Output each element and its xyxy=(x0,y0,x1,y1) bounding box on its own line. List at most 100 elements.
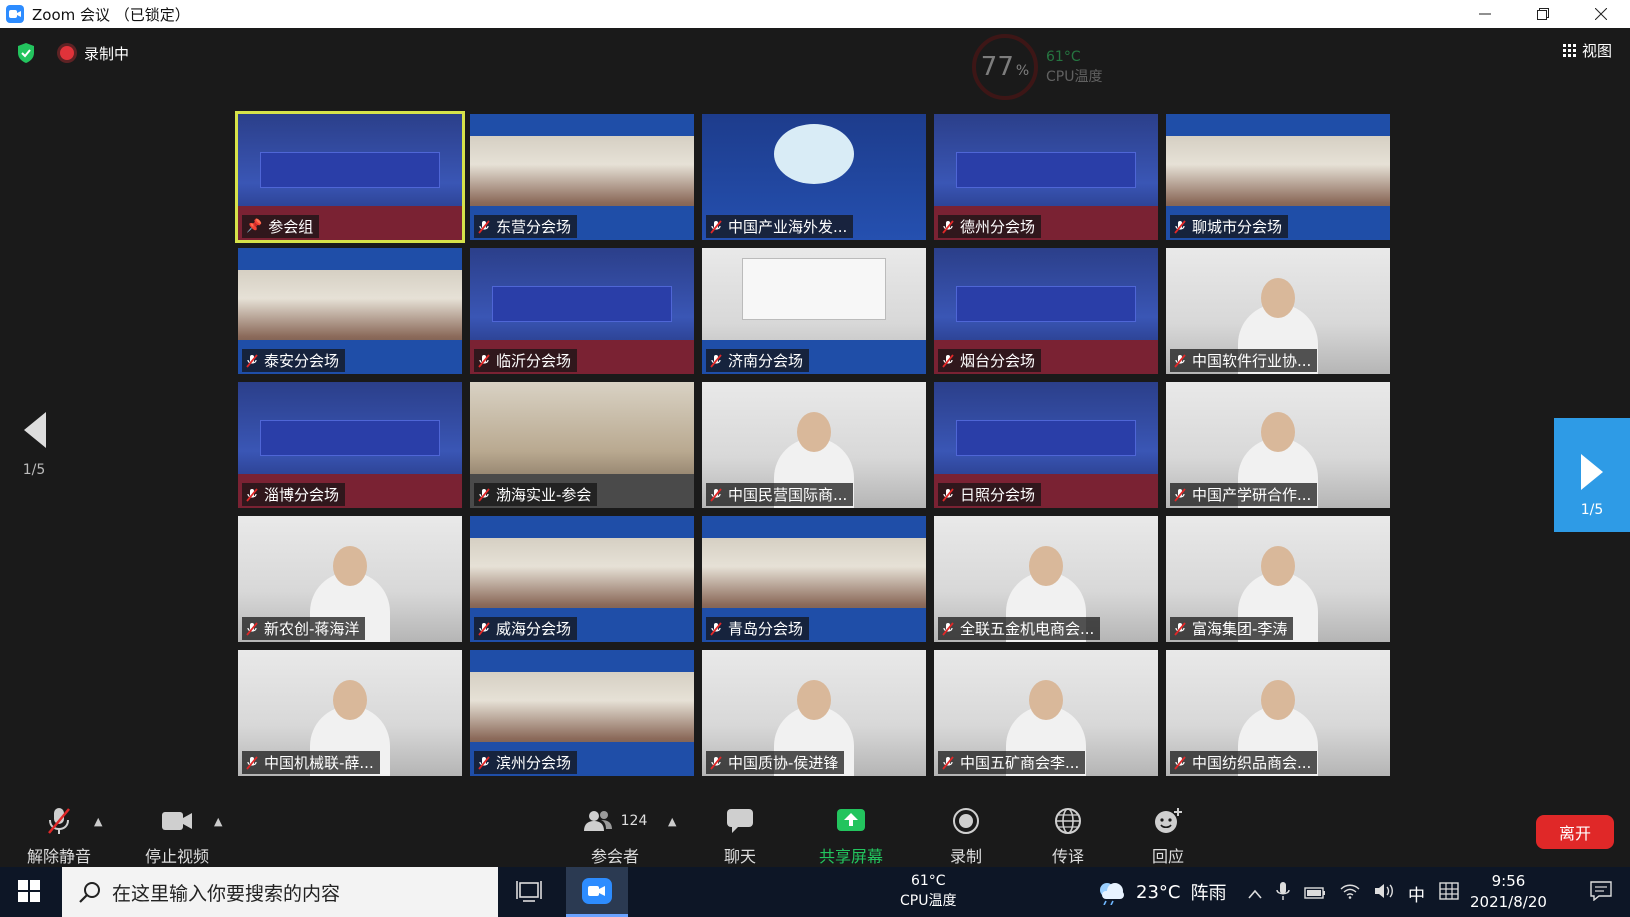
participant-video-tile[interactable]: 临沂分会场 xyxy=(470,248,694,374)
participant-name-label: 📌 参会组 xyxy=(242,215,320,238)
participant-video-tile[interactable]: 新农创-蒋海洋 xyxy=(238,516,462,642)
participant-video-tile[interactable]: 滨州分会场 xyxy=(470,650,694,776)
participant-head xyxy=(1261,680,1295,720)
participant-video-tile[interactable]: 威海分会场 xyxy=(470,516,694,642)
participant-name: 东营分会场 xyxy=(496,218,572,236)
participant-head xyxy=(797,680,831,720)
leave-button[interactable]: 离开 xyxy=(1536,815,1614,849)
participant-video-tile[interactable]: 渤海实业-参会 xyxy=(470,382,694,508)
participant-video-tile[interactable]: 中国质协-侯进锋 xyxy=(702,650,926,776)
close-button[interactable] xyxy=(1572,0,1630,28)
input-method-indicator[interactable]: 中 xyxy=(1408,881,1425,906)
windows-start-icon[interactable] xyxy=(18,880,40,902)
zoom-taskbar-icon[interactable] xyxy=(566,867,628,917)
muted-mic-icon xyxy=(246,621,258,636)
muted-mic-icon xyxy=(942,353,954,368)
participant-video-tile[interactable]: 青岛分会场 xyxy=(702,516,926,642)
venue-banner xyxy=(956,286,1136,322)
cpu-percent-unit: % xyxy=(1015,63,1030,79)
participant-head xyxy=(1261,412,1295,452)
participant-video-tile[interactable]: 富海集团-李涛 xyxy=(1166,516,1390,642)
room-backdrop xyxy=(238,248,462,270)
next-page-button[interactable]: 1/5 xyxy=(1554,418,1630,532)
muted-mic-icon xyxy=(710,755,722,770)
participants-options-caret-icon[interactable]: ▲ xyxy=(668,815,676,828)
participant-video-tile[interactable]: 泰安分会场 xyxy=(238,248,462,374)
recording-label[interactable]: 录制中 xyxy=(84,43,129,64)
participant-name: 日照分会场 xyxy=(960,486,1036,504)
unmute-button[interactable]: 解除静音 xyxy=(24,805,94,867)
record-label: 录制 xyxy=(949,847,982,866)
cpu-percent: 77 xyxy=(980,52,1014,82)
wifi-icon[interactable] xyxy=(1340,883,1360,904)
microphone-tray-icon[interactable] xyxy=(1276,881,1290,906)
muted-mic-icon xyxy=(942,621,954,636)
participant-name: 威海分会场 xyxy=(496,620,572,638)
meeting-toolbar: 解除静音 ▲ 停止视频 ▲ 124 参会者 ▲ 聊天 共享屏幕 录制 传译 回应… xyxy=(0,801,1630,867)
system-tray: 中 xyxy=(1248,881,1459,906)
participant-head xyxy=(1029,680,1063,720)
chat-button[interactable]: 聊天 xyxy=(718,805,762,867)
participant-video-tile[interactable]: 中国五矿商会李... xyxy=(934,650,1158,776)
participant-name-label: 滨州分会场 xyxy=(474,751,578,774)
muted-mic-icon xyxy=(710,353,722,368)
participant-video-tile[interactable]: 东营分会场 xyxy=(470,114,694,240)
participant-video-tile[interactable]: 中国民营国际商... xyxy=(702,382,926,508)
participant-name: 中国产学研合作... xyxy=(1192,486,1312,504)
share-screen-button[interactable]: 共享屏幕 xyxy=(818,805,884,867)
venue-banner xyxy=(956,152,1136,188)
room-backdrop xyxy=(470,516,694,538)
previous-page-button[interactable]: 1/5 xyxy=(22,412,46,478)
battery-icon[interactable] xyxy=(1304,884,1326,904)
projection-screen xyxy=(742,258,886,320)
muted-mic-icon xyxy=(246,755,258,770)
record-button[interactable]: 录制 xyxy=(944,805,988,867)
notification-center-icon[interactable] xyxy=(1590,881,1612,905)
stop-video-button[interactable]: 停止视频 xyxy=(140,805,214,867)
participant-name-label: 济南分会场 xyxy=(706,349,810,372)
show-hidden-icons-chevron-icon[interactable] xyxy=(1248,884,1262,904)
participant-name-label: 富海集团-李涛 xyxy=(1170,617,1294,640)
participant-name: 济南分会场 xyxy=(728,352,804,370)
reactions-label: 回应 xyxy=(1151,847,1184,866)
security-shield-icon[interactable] xyxy=(16,42,36,64)
weather-widget[interactable]: 23°C 阵雨 xyxy=(1096,879,1226,905)
participant-video-tile[interactable]: 中国纺织品商会... xyxy=(1166,650,1390,776)
view-button[interactable]: 视图 xyxy=(1562,40,1612,61)
participant-video-tile[interactable]: 中国软件行业协... xyxy=(1166,248,1390,374)
video-options-caret-icon[interactable]: ▲ xyxy=(214,815,222,828)
audio-options-caret-icon[interactable]: ▲ xyxy=(94,815,102,828)
cpu-widget: 77% 61°C CPU温度 xyxy=(972,34,1102,100)
participants-button[interactable]: 124 参会者 xyxy=(580,805,650,867)
taskbar-search-box[interactable]: 在这里输入你要搜索的内容 xyxy=(62,867,498,917)
participant-video-tile[interactable]: 济南分会场 xyxy=(702,248,926,374)
restore-button[interactable] xyxy=(1514,0,1572,28)
muted-mic-icon xyxy=(710,621,722,636)
participant-video-tile[interactable]: 日照分会场 xyxy=(934,382,1158,508)
participant-name-label: 新农创-蒋海洋 xyxy=(242,617,366,640)
participant-video-tile[interactable]: 德州分会场 xyxy=(934,114,1158,240)
participant-video-tile[interactable]: 全联五金机电商会... xyxy=(934,516,1158,642)
taskbar-clock[interactable]: 9:56 2021/8/20 xyxy=(1470,871,1547,913)
participant-video-tile[interactable]: 聊城市分会场 xyxy=(1166,114,1390,240)
participant-video-tile[interactable]: 烟台分会场 xyxy=(934,248,1158,374)
taskbar-cpu-temp-label: CPU温度 xyxy=(900,893,957,909)
participant-video-tile[interactable]: 中国机械联-薛... xyxy=(238,650,462,776)
ime-mode-icon[interactable] xyxy=(1439,882,1459,905)
participant-video-tile[interactable]: 淄博分会场 xyxy=(238,382,462,508)
participant-name: 淄博分会场 xyxy=(264,486,340,504)
venue-banner xyxy=(260,420,440,456)
participant-video-tile[interactable]: 中国产业海外发... xyxy=(702,114,926,240)
muted-mic-icon xyxy=(942,487,954,502)
volume-icon[interactable] xyxy=(1374,883,1394,904)
participants-count: 124 xyxy=(620,813,648,829)
room-backdrop xyxy=(702,516,926,538)
share-screen-label: 共享屏幕 xyxy=(818,847,883,866)
task-view-icon[interactable] xyxy=(516,879,542,907)
minimize-button[interactable] xyxy=(1456,0,1514,28)
participant-video-tile[interactable]: 中国产学研合作... xyxy=(1166,382,1390,508)
interpretation-button[interactable]: 传译 xyxy=(1046,805,1090,867)
reactions-button[interactable]: 回应 xyxy=(1146,805,1190,867)
search-placeholder: 在这里输入你要搜索的内容 xyxy=(112,882,341,905)
participant-video-tile[interactable]: 📌 参会组 xyxy=(235,111,465,243)
